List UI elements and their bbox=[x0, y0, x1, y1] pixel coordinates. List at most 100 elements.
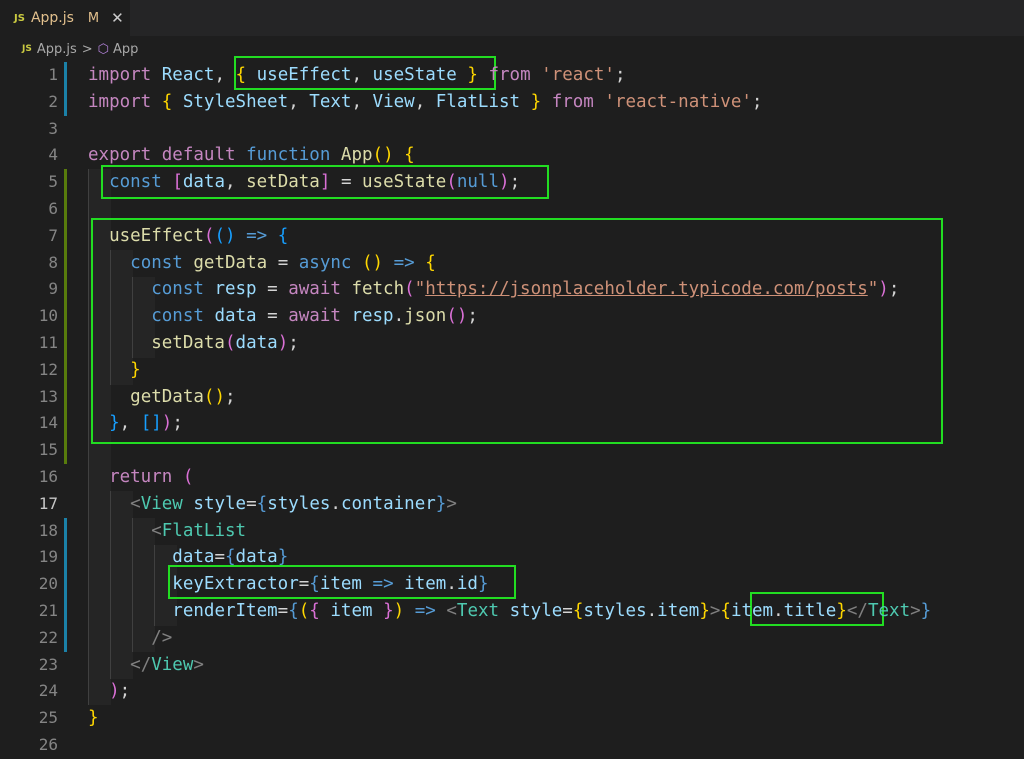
code-token: ) bbox=[499, 172, 510, 193]
javascript-file-icon: JS bbox=[14, 12, 25, 24]
code-token: ( bbox=[298, 601, 310, 621]
code-line[interactable]: 2 import { StyleSheet, Text, View, FlatLi… bbox=[0, 89, 1024, 116]
code-line[interactable]: 10 const data = await resp.json(); bbox=[0, 303, 1024, 330]
code-line[interactable]: 12 } bbox=[0, 357, 1024, 384]
code-line[interactable]: 16 return ( bbox=[0, 464, 1024, 491]
code-token: async bbox=[298, 252, 352, 273]
code-text: import { StyleSheet, Text, View, FlatLis… bbox=[88, 89, 762, 116]
code-line[interactable]: 4 export default function App() { bbox=[0, 142, 1024, 169]
line-number: 5 bbox=[48, 172, 58, 192]
code-line[interactable]: 1 import React, { useEffect, useState } f… bbox=[0, 62, 1024, 89]
line-number: 18 bbox=[38, 520, 58, 540]
code-token: data bbox=[235, 333, 278, 353]
code-token: = bbox=[330, 172, 363, 193]
code-token: item bbox=[730, 601, 774, 621]
code-token: > bbox=[193, 654, 204, 675]
code-line[interactable]: 7 useEffect(() => { bbox=[0, 223, 1024, 250]
code-line[interactable]: 25} bbox=[0, 705, 1024, 732]
code-line[interactable]: 13 getData(); bbox=[0, 384, 1024, 411]
code-line[interactable]: 17 <View style={styles.container}> bbox=[0, 491, 1024, 518]
line-number: 1 bbox=[48, 65, 58, 84]
cube-symbol-icon: ⬡ bbox=[97, 41, 110, 57]
code-token: = bbox=[298, 574, 310, 595]
code-token: View bbox=[140, 493, 183, 514]
code-token: } bbox=[130, 359, 141, 380]
breadcrumb-file[interactable]: App.js bbox=[37, 42, 77, 57]
code-line[interactable]: 20 keyExtractor={item => item.id} bbox=[0, 571, 1024, 598]
code-token: => bbox=[393, 252, 415, 273]
code-token: } bbox=[277, 547, 289, 568]
code-token: item bbox=[330, 601, 373, 621]
code-token: json bbox=[404, 306, 447, 327]
line-number: 13 bbox=[38, 386, 58, 406]
code-text: const data = await resp.json(); bbox=[88, 303, 478, 330]
code-token: ) bbox=[878, 279, 889, 300]
code-line[interactable]: 8 const getData = async () => { bbox=[0, 250, 1024, 277]
code-text: return ( bbox=[88, 464, 193, 491]
code-text: keyExtractor={item => item.id} bbox=[88, 571, 488, 598]
code-token: } bbox=[920, 601, 932, 621]
line-number: 2 bbox=[48, 91, 58, 111]
code-token: keyExtractor bbox=[172, 574, 299, 595]
code-editor[interactable]: 1 import React, { useEffect, useState } f… bbox=[0, 56, 1024, 754]
code-token: ) bbox=[161, 413, 173, 434]
code-line[interactable]: 5 const [data, setData] = useState(null)… bbox=[0, 169, 1024, 196]
breadcrumb-symbol[interactable]: App bbox=[113, 42, 138, 57]
code-token: ( bbox=[224, 333, 236, 353]
code-line[interactable]: 14 }, []); bbox=[0, 410, 1024, 437]
tab-label: App.js bbox=[30, 10, 74, 26]
code-token: ; bbox=[288, 333, 299, 353]
code-token: { bbox=[161, 91, 173, 112]
code-line[interactable]: 11 setData(data); bbox=[0, 330, 1024, 357]
line-number: 25 bbox=[38, 708, 58, 728]
tab-app-js[interactable]: JS App.js M ✕ bbox=[0, 0, 130, 36]
line-number: 6 bbox=[48, 199, 58, 218]
code-token: data bbox=[235, 547, 278, 568]
code-token: return bbox=[109, 467, 173, 487]
code-line[interactable]: 22 /> bbox=[0, 625, 1024, 652]
code-token: { bbox=[404, 145, 415, 166]
code-token: . bbox=[773, 601, 784, 621]
code-token: { bbox=[225, 547, 236, 568]
code-token: , bbox=[119, 413, 141, 434]
code-token: default bbox=[161, 145, 236, 166]
close-icon[interactable]: ✕ bbox=[111, 9, 124, 27]
code-line[interactable]: 24 ); bbox=[0, 678, 1024, 705]
code-line[interactable]: 26 bbox=[0, 732, 1024, 759]
code-token: App bbox=[340, 145, 373, 166]
code-line[interactable]: 19 data={data} bbox=[0, 544, 1024, 571]
code-token: } bbox=[435, 493, 447, 514]
code-line[interactable]: 23 </View> bbox=[0, 652, 1024, 679]
code-token: resp bbox=[214, 279, 257, 300]
code-token: View bbox=[372, 91, 415, 112]
code-token: { bbox=[288, 601, 299, 621]
code-token: ( bbox=[446, 172, 457, 193]
code-line[interactable]: 3 bbox=[0, 116, 1024, 143]
code-token: ] bbox=[319, 172, 331, 193]
code-token: item bbox=[657, 601, 700, 621]
code-line[interactable]: 21 renderItem={({ item }) => <Text style… bbox=[0, 598, 1024, 625]
code-token: ; bbox=[119, 681, 131, 702]
code-line[interactable]: 9 const resp = await fetch("https://json… bbox=[0, 276, 1024, 303]
code-line[interactable]: 6 bbox=[0, 196, 1024, 223]
code-token: Text bbox=[309, 91, 352, 112]
code-token: ( bbox=[182, 467, 194, 487]
code-line[interactable]: 18 <FlatList bbox=[0, 518, 1024, 545]
code-token: < bbox=[151, 520, 162, 541]
code-line[interactable]: 15 bbox=[0, 437, 1024, 464]
